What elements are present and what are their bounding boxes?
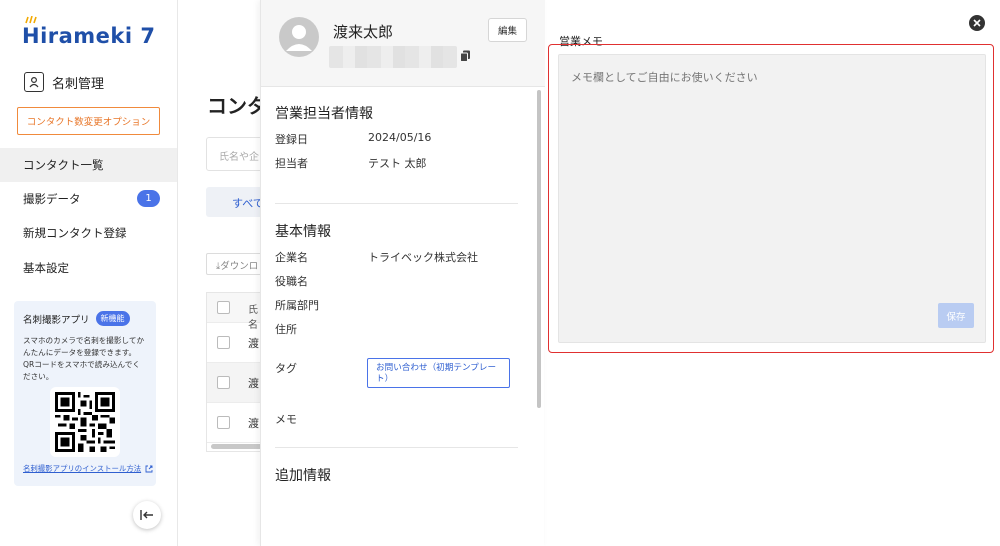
copy-icon[interactable] — [460, 50, 471, 62]
nav-item-label: 撮影データ — [23, 192, 81, 206]
install-link-text: 名刺撮影アプリのインストール方法 — [23, 464, 142, 473]
app-card-title: 名刺撮影アプリ — [23, 314, 90, 326]
close-button[interactable] — [969, 15, 985, 31]
field-label-memo: メモ — [275, 413, 297, 426]
table-row[interactable]: 渡 — [207, 323, 267, 363]
app-card-description: スマホのカメラで名刺を撮影してかんたんにデータを登録できます。QRコードをスマホ… — [23, 336, 145, 381]
nav-item-contact-list[interactable]: コンタクト一覧 — [0, 148, 177, 182]
contact-option-button[interactable]: コンタクト数変更オプション — [17, 107, 160, 135]
sidebar: Hirameki 7 名刺管理 コンタクト数変更オプション コンタクト一覧 撮影… — [0, 0, 178, 546]
field-value-registered: 2024/05/16 — [368, 131, 432, 144]
table-cell-name: 渡 — [248, 377, 259, 390]
row-checkbox[interactable] — [217, 416, 230, 429]
count-badge: 1 — [137, 190, 160, 207]
panel-scrollbar[interactable] — [537, 90, 541, 408]
section-title-basic: 基本情報 — [275, 224, 331, 240]
row-checkbox[interactable] — [217, 376, 230, 389]
close-icon — [973, 19, 981, 27]
field-label-position: 役職名 — [275, 275, 308, 288]
contact-name: 渡来太郎 — [333, 23, 394, 41]
collapse-left-icon — [140, 510, 153, 520]
contact-detail-panel: 渡来太郎 編集 営業担当者情報 登録日 2024/05/16 担当者 テスト 太… — [260, 0, 545, 546]
module-name-card[interactable]: 名刺管理 — [24, 72, 104, 92]
row-checkbox[interactable] — [217, 336, 230, 349]
field-label-tag: タグ — [275, 362, 297, 375]
field-label-registered: 登録日 — [275, 133, 308, 146]
nav-item-settings[interactable]: 基本設定 — [0, 251, 177, 285]
table-horizontal-scrollbar[interactable] — [211, 444, 263, 449]
app-logo[interactable]: Hirameki 7 — [22, 16, 156, 50]
nav-item-label: 新規コンタクト登録 — [23, 226, 127, 240]
download-label: ダウンロ — [220, 261, 259, 272]
logo-spark-icon — [25, 16, 37, 24]
collapse-sidebar-button[interactable] — [133, 501, 161, 529]
field-label-owner: 担当者 — [275, 157, 308, 170]
page-title: コンタ — [207, 94, 267, 118]
business-card-icon — [24, 72, 44, 92]
nav-item-label: 基本設定 — [23, 261, 69, 275]
field-value-company: トライベック株式会社 — [368, 251, 478, 264]
select-all-checkbox[interactable] — [217, 301, 230, 314]
new-feature-badge: 新機能 — [95, 311, 130, 326]
nav-item-capture-data[interactable]: 撮影データ 1 — [0, 182, 177, 216]
avatar — [279, 17, 319, 57]
table-row[interactable]: 渡 — [207, 403, 267, 443]
table-cell-name: 渡 — [248, 337, 259, 350]
module-label: 名刺管理 — [52, 76, 105, 92]
edit-button[interactable]: 編集 — [488, 18, 527, 42]
redacted-email — [329, 46, 457, 68]
field-label-department: 所属部門 — [275, 299, 319, 312]
contact-table: 氏名 渡 渡 渡 — [206, 292, 267, 452]
tag-chip[interactable]: お問い合わせ（初期テンプレート） — [367, 358, 510, 388]
install-guide-link[interactable]: 名刺撮影アプリのインストール方法 — [23, 463, 153, 474]
memo-textarea[interactable] — [558, 54, 986, 343]
filter-all-tab[interactable]: すべて — [206, 187, 266, 217]
save-button[interactable]: 保存 — [938, 303, 974, 328]
contact-header: 渡来太郎 編集 — [261, 0, 545, 87]
table-header-row: 氏名 — [207, 293, 267, 331]
field-label-company: 企業名 — [275, 251, 308, 264]
qr-code — [50, 387, 120, 457]
section-title-sales: 営業担当者情報 — [275, 106, 373, 122]
external-link-icon — [145, 465, 153, 472]
nav-item-new-contact[interactable]: 新規コンタクト登録 — [0, 216, 177, 250]
memo-highlight-box: 保存 — [548, 44, 994, 353]
section-divider — [275, 203, 518, 204]
table-cell-name: 渡 — [248, 417, 259, 430]
logo-text: Hirameki 7 — [22, 24, 156, 48]
search-input[interactable]: 氏名や企 — [206, 137, 266, 171]
download-button[interactable]: ⤓ダウンロ — [206, 253, 266, 275]
section-divider — [275, 447, 518, 448]
field-label-address: 住所 — [275, 323, 297, 336]
field-value-owner: テスト 太郎 — [368, 157, 427, 170]
nav-item-label: コンタクト一覧 — [23, 158, 104, 172]
app-promo-card: 名刺撮影アプリ 新機能 スマホのカメラで名刺を撮影してかんたんにデータを登録でき… — [14, 301, 156, 486]
section-title-extra: 追加情報 — [275, 468, 331, 484]
table-row[interactable]: 渡 — [207, 363, 267, 403]
